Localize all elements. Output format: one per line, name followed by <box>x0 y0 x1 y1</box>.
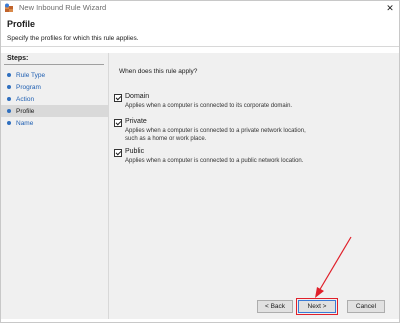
close-button[interactable]: ✕ <box>384 2 396 14</box>
domain-description: Applies when a computer is connected to … <box>125 103 293 109</box>
private-description: Applies when a computer is connected to … <box>125 128 306 142</box>
public-description: Applies when a computer is connected to … <box>125 158 304 164</box>
bullet-icon <box>7 97 11 101</box>
wizard-header: Profile Specify the profiles for which t… <box>1 15 399 47</box>
main-panel: When does this rule apply? Domain Applie… <box>109 53 399 319</box>
bullet-icon <box>7 109 11 113</box>
page-subtitle: Specify the profiles for which this rule… <box>7 35 139 42</box>
step-label: Program <box>16 83 41 91</box>
step-label: Action <box>16 95 35 103</box>
back-button[interactable]: < Back <box>257 300 293 313</box>
cancel-button[interactable]: Cancel <box>347 300 385 313</box>
wizard-window: New Inbound Rule Wizard ✕ Profile Specif… <box>0 0 400 323</box>
bullet-icon <box>7 85 11 89</box>
next-button[interactable]: Next > <box>298 300 336 313</box>
step-label: Profile <box>16 107 35 115</box>
private-checkbox[interactable] <box>114 119 122 127</box>
bullet-icon <box>7 121 11 125</box>
question-label: When does this rule apply? <box>119 68 198 75</box>
step-rule-type[interactable]: Rule Type <box>1 69 108 81</box>
firewall-icon <box>5 3 13 12</box>
steps-title: Steps: <box>7 55 29 62</box>
step-action[interactable]: Action <box>1 93 108 105</box>
step-label: Rule Type <box>16 71 46 79</box>
page-title: Profile <box>7 19 36 29</box>
window-title: New Inbound Rule Wizard <box>19 3 107 12</box>
step-name[interactable]: Name <box>1 117 108 129</box>
public-label[interactable]: Public <box>125 148 144 155</box>
step-label: Name <box>16 119 34 127</box>
title-bar: New Inbound Rule Wizard ✕ <box>1 1 399 15</box>
bullet-icon <box>7 73 11 77</box>
private-label[interactable]: Private <box>125 118 147 125</box>
domain-label[interactable]: Domain <box>125 93 149 100</box>
domain-checkbox[interactable] <box>114 94 122 102</box>
steps-divider <box>4 64 104 65</box>
step-program[interactable]: Program <box>1 81 108 93</box>
steps-panel: Steps: Rule Type Program Action Profile … <box>1 53 109 319</box>
public-checkbox[interactable] <box>114 149 122 157</box>
step-profile[interactable]: Profile <box>1 105 108 117</box>
